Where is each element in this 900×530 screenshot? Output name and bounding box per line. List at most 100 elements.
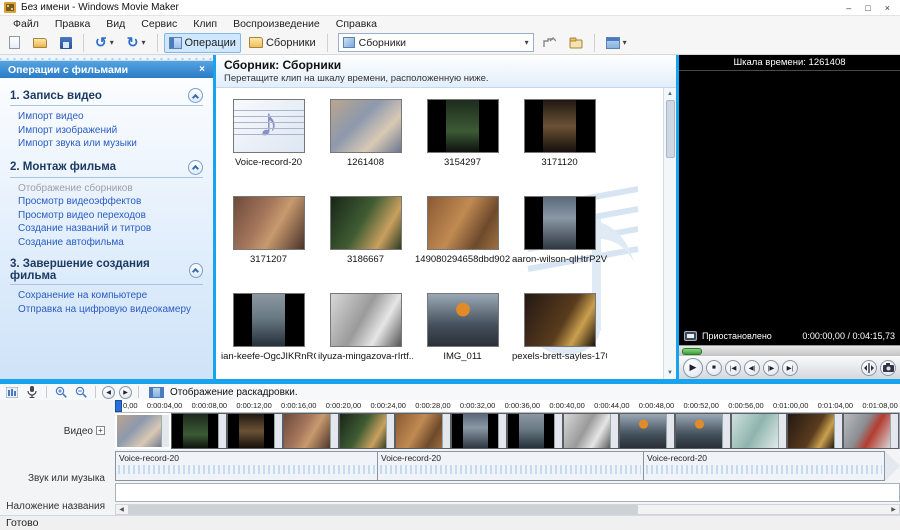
menu-item[interactable]: Клип: [186, 17, 224, 31]
collections-scrollbar[interactable]: ▲ ▼: [663, 88, 676, 379]
timeline-clip[interactable]: [563, 413, 619, 449]
task-link[interactable]: Сохранение на компьютере: [18, 289, 203, 303]
collection-item[interactable]: IMG_011: [414, 287, 511, 379]
play-timeline-button[interactable]: ▶: [119, 386, 132, 399]
scrollbar-thumb[interactable]: [666, 100, 675, 158]
task-link[interactable]: Отправка на цифровую видеокамеру: [18, 303, 203, 317]
save-project-button[interactable]: [55, 33, 77, 53]
audio-clip[interactable]: Voice-record-20: [377, 451, 643, 481]
zoom-in-button[interactable]: [53, 385, 69, 399]
task-pane-close-icon[interactable]: ×: [199, 64, 205, 75]
redo-dropdown-icon[interactable]: ▾: [141, 38, 145, 47]
task-link[interactable]: Импорт видео: [18, 110, 203, 124]
maximize-button[interactable]: □: [865, 1, 870, 15]
timeline-clip[interactable]: [115, 413, 171, 449]
views-button[interactable]: ▾: [601, 33, 632, 53]
preview-title: Шкала времени: 1261408: [679, 55, 900, 71]
scroll-left-icon[interactable]: ◀: [116, 506, 127, 513]
play-button[interactable]: ▶: [683, 358, 703, 378]
timeline-clip[interactable]: [675, 413, 731, 449]
collection-item[interactable]: pexels-brett-sayles-170...: [511, 287, 608, 379]
menu-item[interactable]: Воспроизведение: [226, 17, 327, 31]
collection-item[interactable]: ian-keefe-OgcJIKRnRC...: [220, 287, 317, 379]
seek-thumb[interactable]: [682, 348, 702, 355]
rewind-timeline-button[interactable]: ◀: [102, 386, 115, 399]
timeline-clip[interactable]: [171, 413, 227, 449]
task-link[interactable]: Отображение сборников: [18, 182, 203, 196]
undo-dropdown-icon[interactable]: ▾: [110, 38, 114, 47]
undo-button[interactable]: ↺▾: [90, 33, 119, 53]
stop-button[interactable]: ■: [706, 360, 722, 376]
menu-item[interactable]: Файл: [6, 17, 46, 31]
collection-combobox[interactable]: Сборники ▾: [338, 33, 534, 52]
menu-item[interactable]: Справка: [329, 17, 384, 31]
timeline-clip[interactable]: [843, 413, 899, 449]
collection-item[interactable]: 3171207: [220, 190, 317, 287]
minimize-button[interactable]: –: [846, 1, 851, 15]
scroll-up-icon[interactable]: ▲: [667, 88, 673, 100]
collection-item[interactable]: 3186667: [317, 190, 414, 287]
collapse-section-button[interactable]: [189, 263, 203, 278]
timeline-clip[interactable]: [339, 413, 395, 449]
timeline-clip[interactable]: [451, 413, 507, 449]
expand-video-track-icon[interactable]: +: [96, 426, 105, 435]
new-project-button[interactable]: [4, 33, 25, 53]
narration-button[interactable]: [24, 385, 40, 399]
collection-item[interactable]: ilyuza-mingazova-rIrtf...: [317, 287, 414, 379]
timeline-clip[interactable]: [787, 413, 843, 449]
collection-item[interactable]: 149080294658dbd90250...: [414, 190, 511, 287]
storyboard-toggle[interactable]: Отображение раскадровки.: [170, 387, 298, 398]
new-collection-button[interactable]: [564, 33, 588, 53]
forward-button[interactable]: ▶|: [782, 360, 798, 376]
take-picture-button[interactable]: [880, 360, 896, 376]
movie-maker-window: Без имени - Windows Movie Maker – □ × Фа…: [0, 0, 900, 530]
hscrollbar-thumb[interactable]: [128, 505, 638, 514]
task-link[interactable]: Создание названий и титров: [18, 222, 203, 236]
timeline-hscrollbar[interactable]: ◀ ▶: [115, 504, 900, 515]
task-link[interactable]: Создание автофильма: [18, 236, 203, 250]
views-dropdown-icon[interactable]: ▾: [623, 38, 627, 47]
task-link[interactable]: Просмотр видео переходов: [18, 209, 203, 223]
seek-bar[interactable]: [679, 345, 900, 356]
scroll-right-icon[interactable]: ▶: [888, 506, 899, 513]
collection-item[interactable]: 3154297: [414, 93, 511, 190]
back-button[interactable]: |◀: [725, 360, 741, 376]
open-project-button[interactable]: [28, 33, 52, 53]
collection-item[interactable]: 1261408: [317, 93, 414, 190]
up-one-level-button[interactable]: [537, 33, 561, 53]
timeline-clip[interactable]: [731, 413, 787, 449]
collapse-section-button[interactable]: [188, 88, 203, 103]
collections-button[interactable]: Сборники: [244, 33, 321, 53]
title-overlay-track[interactable]: [115, 483, 900, 502]
scroll-down-icon[interactable]: ▼: [667, 367, 673, 379]
task-link[interactable]: Импорт звука или музыки: [18, 137, 203, 151]
toolbar-separator: [327, 34, 328, 52]
audio-levels-button[interactable]: [4, 385, 20, 399]
audio-clip[interactable]: Voice-record-20: [115, 451, 377, 481]
timeline-clip[interactable]: [619, 413, 675, 449]
close-button[interactable]: ×: [885, 1, 890, 15]
previous-frame-button[interactable]: ◀|: [744, 360, 760, 376]
tasks-button[interactable]: Операции: [164, 33, 241, 53]
next-frame-button[interactable]: |▶: [763, 360, 779, 376]
split-clip-button[interactable]: [861, 360, 877, 376]
collection-item[interactable]: aaron-wilson-qlHtrP2V...: [511, 190, 608, 287]
timeline-ruler[interactable]: 0,000:00:04,000:00:08,000:00:12,000:00:1…: [115, 400, 900, 413]
redo-button[interactable]: ↻▾: [122, 33, 151, 53]
timeline-clip[interactable]: [283, 413, 339, 449]
collapse-section-button[interactable]: [188, 160, 203, 175]
collection-item[interactable]: 3171120: [511, 93, 608, 190]
menu-item[interactable]: Вид: [99, 17, 132, 31]
combo-dropdown-icon[interactable]: ▾: [525, 38, 529, 47]
task-link[interactable]: Импорт изображений: [18, 124, 203, 138]
menu-item[interactable]: Сервис: [134, 17, 184, 31]
menu-item[interactable]: Правка: [48, 17, 97, 31]
timeline-clip[interactable]: [227, 413, 283, 449]
playhead-marker[interactable]: [115, 400, 122, 412]
timeline-clip[interactable]: [507, 413, 563, 449]
audio-clip[interactable]: Voice-record-20: [643, 451, 885, 481]
task-link[interactable]: Просмотр видеоэффектов: [18, 195, 203, 209]
collection-item[interactable]: Voice-record-20: [220, 93, 317, 190]
zoom-out-button[interactable]: [73, 385, 89, 399]
timeline-clip[interactable]: [395, 413, 451, 449]
